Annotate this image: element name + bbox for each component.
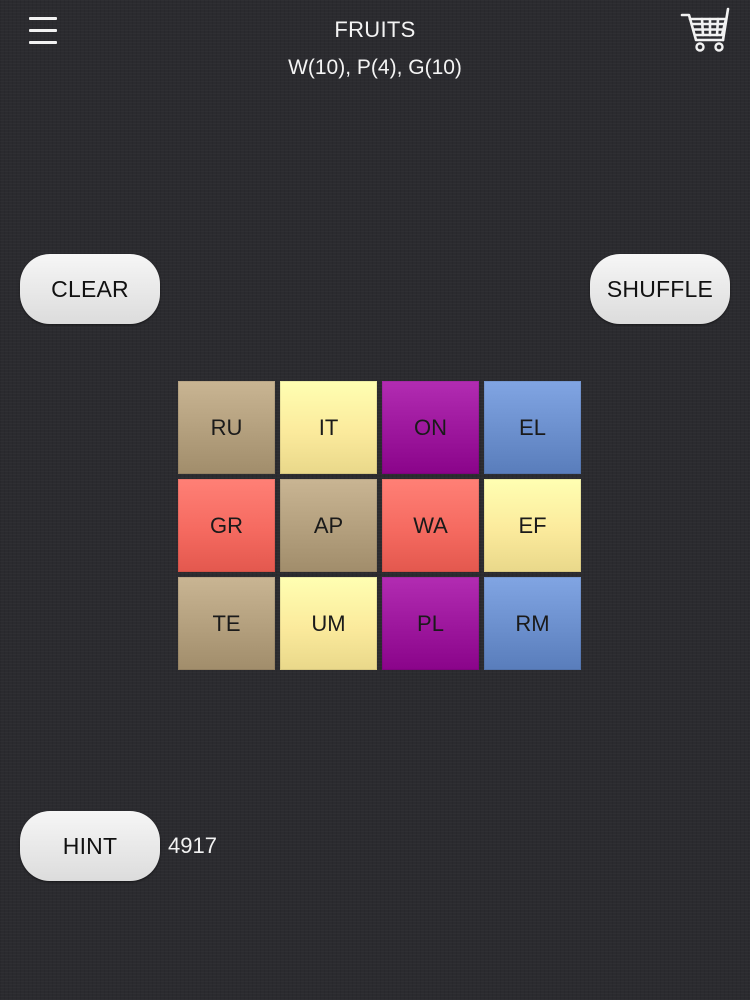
letter-tile[interactable]: UM bbox=[280, 577, 377, 670]
letter-tile[interactable]: EL bbox=[484, 381, 581, 474]
letter-tile[interactable]: RM bbox=[484, 577, 581, 670]
puzzle-title: FRUITS bbox=[334, 17, 416, 42]
hint-button[interactable]: HINT bbox=[20, 811, 160, 881]
letter-tile[interactable]: IT bbox=[280, 381, 377, 474]
letter-tile[interactable]: WA bbox=[382, 479, 479, 572]
letter-tile[interactable]: ON bbox=[382, 381, 479, 474]
letter-tile[interactable]: AP bbox=[280, 479, 377, 572]
letter-tile[interactable]: GR bbox=[178, 479, 275, 572]
word-counts: W(10), P(4), G(10) bbox=[288, 56, 462, 79]
clear-button[interactable]: CLEAR bbox=[20, 254, 160, 324]
shuffle-button[interactable]: SHUFFLE bbox=[590, 254, 730, 324]
letter-tile[interactable]: EF bbox=[484, 479, 581, 572]
letter-tile[interactable]: TE bbox=[178, 577, 275, 670]
hint-count: 4917 bbox=[168, 833, 217, 858]
letter-tile[interactable]: PL bbox=[382, 577, 479, 670]
letter-tile[interactable]: RU bbox=[178, 381, 275, 474]
shopping-cart-icon[interactable] bbox=[680, 6, 732, 54]
tile-grid: RU IT ON EL GR AP WA EF TE UM PL RM bbox=[178, 381, 581, 670]
